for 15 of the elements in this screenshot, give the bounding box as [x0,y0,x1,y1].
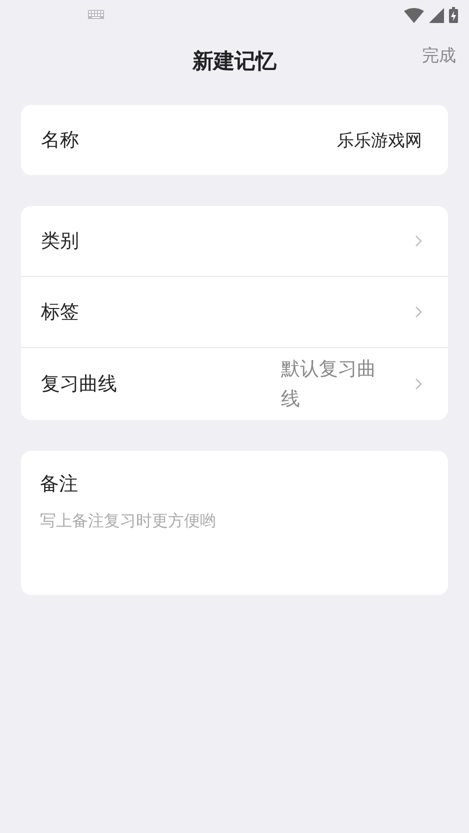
wifi-icon [404,8,424,22]
battery-icon [449,7,458,23]
field-label: 名称 [41,128,79,153]
chevron-right-icon [415,306,422,318]
row-value: 默认复习曲线 [281,357,377,412]
settings-row[interactable]: 复习曲线 默认复习曲线 [21,347,448,420]
note-label: 备注 [21,451,448,507]
page-title: 新建记忆 [192,48,276,74]
chevron-right-icon [415,378,422,390]
keyboard-icon [88,10,104,19]
note-input-field[interactable]: 写上备注复习时更方便哟 [21,507,448,595]
settings-row[interactable]: 标签 [21,276,448,347]
settings-row[interactable]: 类别 [21,206,448,276]
signal-icon [429,8,444,22]
chevron-right-icon [415,235,422,247]
